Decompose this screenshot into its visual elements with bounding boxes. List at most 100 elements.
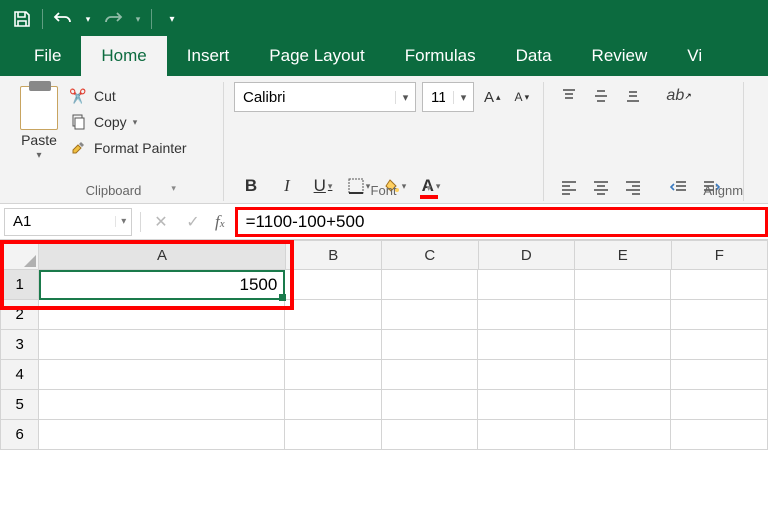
tab-data[interactable]: Data — [496, 36, 572, 76]
cell-e5[interactable] — [575, 390, 672, 420]
name-box-input[interactable] — [5, 213, 115, 230]
undo-icon[interactable] — [49, 5, 77, 33]
cell-a6[interactable] — [39, 420, 285, 450]
column-header-f[interactable]: F — [672, 240, 768, 270]
row-header-5[interactable]: 5 — [0, 390, 39, 420]
cell-c4[interactable] — [382, 360, 479, 390]
row-header-3[interactable]: 3 — [0, 330, 39, 360]
formula-input[interactable]: =1100-100+500 — [235, 207, 768, 237]
group-label-font: Font — [224, 183, 543, 198]
cell-a1[interactable]: 1500 — [39, 270, 285, 300]
row-6: 6 — [0, 420, 768, 450]
paintbrush-icon — [68, 138, 88, 158]
cell-d5[interactable] — [478, 390, 575, 420]
font-name-input[interactable] — [235, 83, 395, 111]
cell-a3[interactable] — [39, 330, 285, 360]
row-header-4[interactable]: 4 — [0, 360, 39, 390]
qat-customize-icon[interactable]: ▾ — [158, 5, 186, 33]
cell-c6[interactable] — [382, 420, 479, 450]
cell-c1[interactable] — [382, 270, 479, 300]
tab-file[interactable]: File — [14, 36, 81, 76]
orientation-button[interactable]: ab↗ — [664, 82, 694, 110]
cell-e4[interactable] — [575, 360, 672, 390]
align-top-button[interactable] — [554, 82, 584, 110]
cancel-formula-button[interactable]: ✕ — [145, 208, 177, 236]
tab-formulas[interactable]: Formulas — [385, 36, 496, 76]
save-icon[interactable] — [8, 5, 36, 33]
format-painter-button[interactable]: Format Painter — [68, 138, 187, 158]
row-header-2[interactable]: 2 — [0, 300, 39, 330]
align-bottom-button[interactable] — [618, 82, 648, 110]
column-header-c[interactable]: C — [382, 240, 479, 270]
copy-button[interactable]: Copy ▾ — [68, 112, 187, 132]
cell-a5[interactable] — [39, 390, 285, 420]
cell-e6[interactable] — [575, 420, 672, 450]
cell-b3[interactable] — [285, 330, 382, 360]
cell-d2[interactable] — [478, 300, 575, 330]
group-clipboard: Paste ▾ ✂️ Cut Copy ▾ — [4, 82, 224, 201]
font-size-combo[interactable]: ▾ — [422, 82, 474, 112]
font-name-combo[interactable]: ▾ — [234, 82, 416, 112]
cell-f4[interactable] — [671, 360, 768, 390]
cell-f2[interactable] — [671, 300, 768, 330]
paste-dropdown-icon[interactable]: ▾ — [36, 150, 41, 161]
cell-d1[interactable] — [478, 270, 575, 300]
cell-a4[interactable] — [39, 360, 285, 390]
cell-e1[interactable] — [575, 270, 672, 300]
align-middle-button[interactable] — [586, 82, 616, 110]
formula-text: =1100-100+500 — [246, 212, 365, 232]
cell-d3[interactable] — [478, 330, 575, 360]
chevron-down-icon[interactable]: ▾ — [453, 91, 473, 104]
cut-button[interactable]: ✂️ Cut — [68, 86, 187, 106]
cell-d6[interactable] — [478, 420, 575, 450]
redo-dropdown-icon[interactable]: ▾ — [131, 5, 145, 33]
cell-c5[interactable] — [382, 390, 479, 420]
enter-formula-button[interactable]: ✓ — [177, 208, 209, 236]
cell-b4[interactable] — [285, 360, 382, 390]
paste-label: Paste — [21, 132, 57, 148]
tab-home[interactable]: Home — [81, 36, 166, 76]
quick-access-toolbar: ▾ ▾ ▾ — [0, 0, 768, 38]
select-all-corner[interactable] — [0, 240, 39, 270]
tab-review[interactable]: Review — [572, 36, 668, 76]
copy-label: Copy — [94, 114, 127, 130]
column-header-b[interactable]: B — [286, 240, 383, 270]
cell-b6[interactable] — [285, 420, 382, 450]
cell-f1[interactable] — [671, 270, 768, 300]
row-3: 3 — [0, 330, 768, 360]
cell-f6[interactable] — [671, 420, 768, 450]
column-header-e[interactable]: E — [575, 240, 672, 270]
font-size-input[interactable] — [423, 83, 453, 111]
column-header-d[interactable]: D — [479, 240, 576, 270]
paste-button[interactable]: Paste ▾ — [14, 82, 64, 165]
format-painter-label: Format Painter — [94, 140, 187, 156]
redo-icon[interactable] — [99, 5, 127, 33]
cell-e3[interactable] — [575, 330, 672, 360]
cell-e2[interactable] — [575, 300, 672, 330]
separator — [140, 212, 141, 232]
tab-page-layout[interactable]: Page Layout — [249, 36, 384, 76]
row-header-6[interactable]: 6 — [0, 420, 39, 450]
undo-dropdown-icon[interactable]: ▾ — [81, 5, 95, 33]
tab-view[interactable]: Vi — [667, 36, 722, 76]
cell-b2[interactable] — [285, 300, 382, 330]
decrease-font-button[interactable]: A▾ — [511, 88, 534, 106]
cell-a2[interactable] — [39, 300, 285, 330]
cut-label: Cut — [94, 88, 116, 104]
tab-insert[interactable]: Insert — [167, 36, 250, 76]
copy-dropdown-icon[interactable]: ▾ — [133, 117, 138, 128]
cell-f5[interactable] — [671, 390, 768, 420]
cell-b5[interactable] — [285, 390, 382, 420]
cell-c3[interactable] — [382, 330, 479, 360]
cell-b1[interactable] — [285, 270, 382, 300]
chevron-down-icon[interactable]: ▾ — [395, 91, 415, 104]
increase-font-button[interactable]: A▴ — [480, 87, 505, 108]
chevron-down-icon[interactable]: ▾ — [115, 216, 131, 227]
cell-d4[interactable] — [478, 360, 575, 390]
row-header-1[interactable]: 1 — [0, 270, 39, 300]
cell-f3[interactable] — [671, 330, 768, 360]
column-header-a[interactable]: A — [39, 240, 285, 270]
name-box[interactable]: ▾ — [4, 208, 132, 236]
cell-c2[interactable] — [382, 300, 479, 330]
insert-function-button[interactable]: fx — [209, 212, 231, 232]
